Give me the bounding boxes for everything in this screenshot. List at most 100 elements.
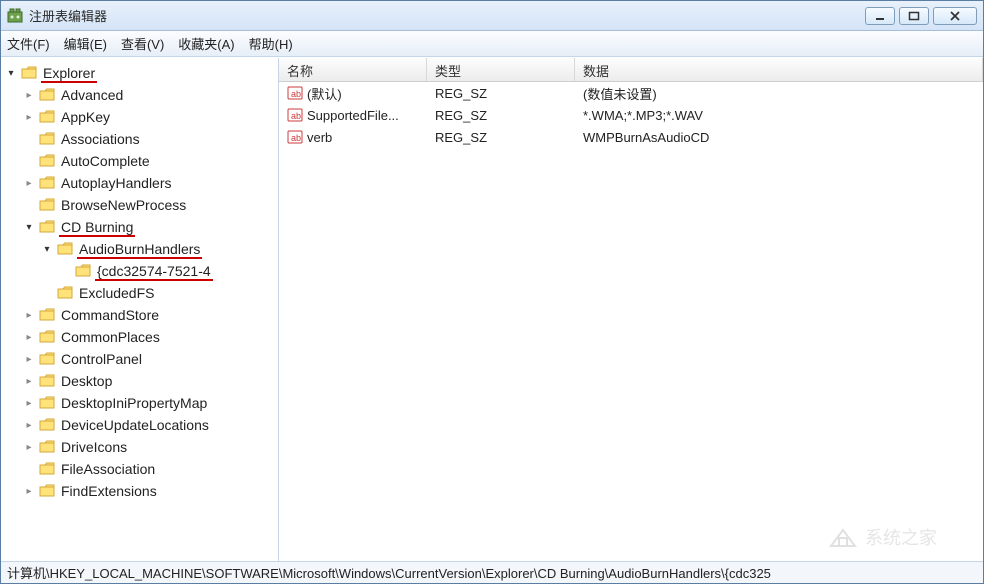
expand-icon[interactable]: [23, 309, 35, 321]
value-row[interactable]: abverbREG_SZWMPBurnAsAudioCD: [279, 126, 983, 148]
value-row[interactable]: ab(默认)REG_SZ(数值未设置): [279, 82, 983, 104]
tree-item-label: Explorer: [41, 64, 97, 83]
tree-item-label: DeviceUpdateLocations: [59, 416, 211, 434]
menu-view[interactable]: 查看(V): [121, 34, 164, 53]
window-title: 注册表编辑器: [29, 6, 865, 25]
tree-item[interactable]: AppKey: [23, 106, 278, 128]
tree-item[interactable]: ControlPanel: [23, 348, 278, 370]
expand-icon[interactable]: [23, 397, 35, 409]
tree-item[interactable]: FindExtensions: [23, 480, 278, 502]
folder-icon: [39, 352, 55, 366]
folder-icon: [39, 418, 55, 432]
value-data: (数值未设置): [575, 84, 983, 103]
column-type[interactable]: 类型: [427, 58, 575, 81]
expand-icon[interactable]: [23, 419, 35, 431]
tree-item[interactable]: Advanced: [23, 84, 278, 106]
value-type: REG_SZ: [427, 108, 575, 123]
expand-icon[interactable]: [23, 89, 35, 101]
tree-item[interactable]: {cdc32574-7521-4: [59, 260, 278, 282]
tree-item-label: AutoplayHandlers: [59, 174, 174, 192]
tree-item-label: FindExtensions: [59, 482, 159, 500]
tree-item-label: DesktopIniPropertyMap: [59, 394, 209, 412]
column-data[interactable]: 数据: [575, 58, 983, 81]
value-name: SupportedFile...: [307, 108, 399, 123]
expand-icon[interactable]: [23, 375, 35, 387]
tree-pane[interactable]: Explorer Advanced AppKey Associations AutoCo…: [1, 58, 279, 561]
title-bar[interactable]: 注册表编辑器: [1, 1, 983, 31]
collapse-icon[interactable]: [23, 221, 35, 233]
expand-icon[interactable]: [23, 353, 35, 365]
tree-item[interactable]: FileAssociation: [23, 458, 278, 480]
folder-icon: [39, 198, 55, 212]
tree-item[interactable]: CommandStore: [23, 304, 278, 326]
expand-icon[interactable]: [23, 331, 35, 343]
column-name[interactable]: 名称: [279, 58, 427, 81]
tree-item-label: Associations: [59, 130, 142, 148]
maximize-button[interactable]: [899, 7, 929, 25]
expand-icon[interactable]: [23, 111, 35, 123]
tree-item[interactable]: CD BurningAudioBurnHandlers{cdc32574-752…: [23, 216, 278, 304]
menu-file[interactable]: 文件(F): [7, 34, 50, 53]
folder-icon: [39, 110, 55, 124]
no-expand-icon: [23, 199, 35, 211]
tree-item[interactable]: DeviceUpdateLocations: [23, 414, 278, 436]
folder-icon: [39, 88, 55, 102]
tree-item[interactable]: Desktop: [23, 370, 278, 392]
content-area: Explorer Advanced AppKey Associations AutoCo…: [1, 57, 983, 561]
collapse-icon[interactable]: [41, 243, 53, 255]
folder-icon: [57, 242, 73, 256]
svg-text:ab: ab: [291, 111, 301, 121]
folder-icon: [39, 440, 55, 454]
folder-icon: [39, 484, 55, 498]
tree-item-label: Advanced: [59, 86, 125, 104]
menu-favorites[interactable]: 收藏夹(A): [178, 34, 234, 53]
no-expand-icon: [23, 133, 35, 145]
no-expand-icon: [41, 287, 53, 299]
string-value-icon: ab: [287, 129, 303, 145]
folder-icon: [39, 330, 55, 344]
tree-item-label: CommandStore: [59, 306, 161, 324]
value-data: *.WMA;*.MP3;*.WAV: [575, 108, 983, 123]
window-controls: [865, 7, 977, 25]
folder-icon: [39, 132, 55, 146]
tree-item[interactable]: BrowseNewProcess: [23, 194, 278, 216]
expand-icon[interactable]: [23, 177, 35, 189]
value-type: REG_SZ: [427, 130, 575, 145]
value-name: (默认): [307, 84, 342, 103]
status-bar: 计算机\HKEY_LOCAL_MACHINE\SOFTWARE\Microsof…: [1, 561, 983, 583]
tree-item-label: CD Burning: [59, 218, 135, 237]
value-row[interactable]: ab SupportedFile... REG_SZ*.WMA;*.MP3;*.WA…: [279, 104, 983, 126]
string-value-icon: ab: [287, 85, 303, 101]
folder-icon: [39, 176, 55, 190]
tree-item-label: AudioBurnHandlers: [77, 240, 202, 259]
folder-icon: [39, 154, 55, 168]
tree-item-label: ControlPanel: [59, 350, 144, 368]
minimize-button[interactable]: [865, 7, 895, 25]
tree-item[interactable]: DriveIcons: [23, 436, 278, 458]
tree-item-label: BrowseNewProcess: [59, 196, 188, 214]
tree-item-label: Desktop: [59, 372, 114, 390]
tree-item[interactable]: CommonPlaces: [23, 326, 278, 348]
close-button[interactable]: [933, 7, 977, 25]
tree-item[interactable]: AudioBurnHandlers{cdc32574-7521-4: [41, 238, 278, 282]
menu-edit[interactable]: 编辑(E): [64, 34, 107, 53]
list-pane[interactable]: 名称 类型 数据 ab(默认)REG_SZ(数值未设置)abSupportedF…: [279, 58, 983, 561]
expand-icon[interactable]: [23, 485, 35, 497]
tree-item[interactable]: DesktopIniPropertyMap: [23, 392, 278, 414]
folder-icon: [57, 286, 73, 300]
menu-bar: 文件(F) 编辑(E) 查看(V) 收藏夹(A) 帮助(H): [1, 31, 983, 57]
menu-help[interactable]: 帮助(H): [249, 34, 293, 53]
tree-item[interactable]: AutoplayHandlers: [23, 172, 278, 194]
value-data: WMPBurnAsAudioCD: [575, 130, 983, 145]
folder-icon: [21, 66, 37, 80]
tree-item[interactable]: AutoComplete: [23, 150, 278, 172]
tree-item[interactable]: Associations: [23, 128, 278, 150]
collapse-icon[interactable]: [5, 67, 17, 79]
tree-item[interactable]: ExcludedFS: [41, 282, 278, 304]
expand-icon[interactable]: [23, 441, 35, 453]
folder-icon: [39, 396, 55, 410]
no-expand-icon: [59, 265, 71, 277]
tree-item-label: FileAssociation: [59, 460, 157, 478]
folder-icon: [75, 264, 91, 278]
tree-item[interactable]: Explorer Advanced AppKey Associations AutoCo…: [5, 62, 278, 502]
